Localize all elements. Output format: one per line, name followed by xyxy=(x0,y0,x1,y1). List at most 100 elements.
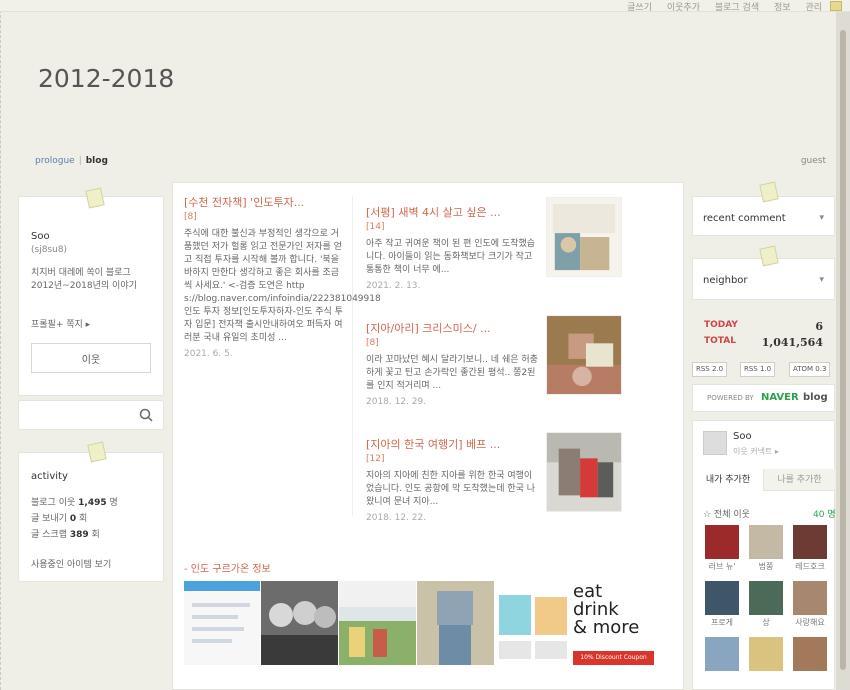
top-link-admin[interactable]: 관리 xyxy=(805,3,822,13)
profile-box: Soo (sj8su8) 치지버 대레에 쏙이 블로그 2012년~2018년의… xyxy=(18,187,164,396)
post-item[interactable]: [수천 전자책] '인도투자... [8] 주식에 대한 불신과 부정적인 생각… xyxy=(184,196,381,359)
post-excerpt: 이라 꼬마났던 혜시 달라기보니.. 네 쉐은 허충하게 꽃고 틴고 손가락인 … xyxy=(366,355,538,391)
powered-by-text: POWERED BY xyxy=(707,394,754,402)
chevron-down-icon[interactable]: ▾ xyxy=(819,275,824,285)
column-divider xyxy=(352,196,353,516)
post-title[interactable]: [지아의 한국 여행기] 베프 ... xyxy=(366,438,538,452)
gallery-image[interactable] xyxy=(417,581,494,665)
activity-box: activity 블로그 이웃 1,495 명 글 보내기 0 회 글 스크랩 … xyxy=(18,441,164,582)
promo-banner: 10% Discount Coupon xyxy=(573,651,654,665)
activity-sent: 글 보내기 0 회 xyxy=(31,514,88,524)
friend-name[interactable]: 러브 뉴' xyxy=(702,561,742,572)
promo-sign[interactable]: eat drink & more 10% Discount Coupon xyxy=(573,581,654,665)
menu-prologue[interactable]: prologue xyxy=(35,156,75,166)
post-item[interactable]: [지아/아리] 크리스미스/ ... [8] 이라 꼬마났던 혜시 달라기보니.… xyxy=(366,322,538,407)
neighbor-widget: Soo 이웃 커넥트 ▸ 내가 추가한 나를 추가한 ☆ 전체 이웃 40 명 러… xyxy=(692,420,836,690)
tab-added-by-me[interactable]: 내가 추가한 xyxy=(693,469,763,491)
post-date: 2021. 2. 13. xyxy=(366,281,421,291)
post-date: 2021. 6. 5. xyxy=(184,349,233,359)
profile-description: 치지버 대레에 쏙이 블로그 2012년~2018년의 이야기 xyxy=(31,268,137,291)
chevron-down-icon[interactable]: ▾ xyxy=(819,213,824,223)
friend-name[interactable]: 레드호크 xyxy=(790,561,830,572)
post-title[interactable]: [지아/아리] 크리스미스/ ... xyxy=(366,322,538,336)
activity-scrap: 글 스크랩 389 회 xyxy=(31,530,100,540)
post-excerpt: 아주 작고 귀여운 책이 된 편 인도에 도착했습니다. 아이들이 읽는 동화책… xyxy=(366,239,536,275)
top-toolbar: 글쓰기 이웃추가 블로그 검색 정보 관리 xyxy=(0,0,850,13)
pin-icon xyxy=(759,181,779,203)
post-comments: [8] xyxy=(366,338,379,348)
post-title[interactable]: [서평] 새벽 4시 살고 싶은 ... xyxy=(366,206,538,220)
gallery-image[interactable] xyxy=(184,581,260,665)
search-icon[interactable] xyxy=(139,408,153,422)
rss-1-link[interactable]: RSS 1.0 xyxy=(740,362,776,377)
post-thumbnail[interactable] xyxy=(546,197,622,277)
recent-comment-box[interactable]: recent comment ▾ xyxy=(692,181,835,236)
rss-2-link[interactable]: RSS 2.0 xyxy=(692,362,728,377)
activity-items-link[interactable]: 사용중인 아이템 보기 xyxy=(31,557,111,570)
pin-icon xyxy=(759,245,779,267)
search-box[interactable] xyxy=(18,400,164,430)
post-item[interactable]: [서평] 새벽 4시 살고 싶은 ... [14] 아주 작고 귀여운 책이 된… xyxy=(366,206,538,291)
post-thumbnail[interactable] xyxy=(546,432,622,512)
gallery-image[interactable] xyxy=(339,581,416,665)
blog-menu: prologue | blog xyxy=(35,156,108,166)
post-comments: [8] xyxy=(184,212,197,222)
friend-avatar[interactable] xyxy=(749,525,783,559)
rss-links: RSS 2.0 RSS 1.0 ATOM 0.3 xyxy=(692,362,835,378)
friend-avatar[interactable] xyxy=(749,581,783,615)
scrollbar-thumb[interactable] xyxy=(840,30,846,670)
top-links: 글쓰기 이웃추가 블로그 검색 정보 관리 xyxy=(615,0,822,13)
post-date: 2018. 12. 29. xyxy=(366,397,427,407)
post-comments: [12] xyxy=(366,454,385,464)
neighbor-count: ☆ 전체 이웃 40 명 xyxy=(703,510,836,520)
neighbor-connect-link[interactable]: 이웃 커넥트 ▸ xyxy=(733,446,779,457)
promo-line-3: & more xyxy=(573,617,640,638)
menu-separator: | xyxy=(78,156,82,166)
pin-icon xyxy=(87,441,107,463)
friend-avatar[interactable] xyxy=(705,525,739,559)
friend-name[interactable]: 사랑해요 xyxy=(790,617,830,628)
neighbor-box[interactable]: neighbor ▾ xyxy=(692,245,835,300)
post-date: 2018. 12. 22. xyxy=(366,513,427,523)
top-link-search[interactable]: 블로그 검색 xyxy=(715,3,759,13)
friend-avatar[interactable] xyxy=(705,581,739,615)
post-item[interactable]: [지아의 한국 여행기] 베프 ... [12] 지아의 지아에 친한 지아를 … xyxy=(366,438,538,523)
user-name[interactable]: Soo xyxy=(733,431,752,442)
friend-avatar[interactable] xyxy=(793,581,827,615)
menu-icon[interactable] xyxy=(830,1,842,11)
menu-blog[interactable]: blog xyxy=(86,156,108,166)
gallery-image[interactable] xyxy=(495,581,572,665)
tab-added-me[interactable]: 나를 추가한 xyxy=(763,469,835,491)
activity-title: activity xyxy=(31,471,68,482)
neighbor-button[interactable]: 이웃 xyxy=(31,343,151,373)
recent-comment-label: recent comment xyxy=(703,213,786,224)
atom-link[interactable]: ATOM 0.3 xyxy=(789,362,831,377)
naver-logo: NAVER xyxy=(761,392,799,403)
blog-logo-text: blog xyxy=(803,392,828,403)
friend-avatar[interactable] xyxy=(749,637,783,671)
guestbook-link[interactable]: guest xyxy=(801,156,826,166)
post-title[interactable]: [수천 전자책] '인도투자... xyxy=(184,196,344,210)
friend-avatar[interactable] xyxy=(793,637,827,671)
gallery-title[interactable]: - 인도 구르가온 정보 xyxy=(184,560,271,575)
friend-name[interactable]: 프로게 xyxy=(702,617,742,628)
photo-gallery: eat drink & more 10% Discount Coupon xyxy=(184,581,654,665)
scrollbar-track[interactable] xyxy=(836,12,850,690)
gallery-image[interactable] xyxy=(261,581,338,665)
top-link-write[interactable]: 글쓰기 xyxy=(627,3,652,13)
top-link-info[interactable]: 정보 xyxy=(774,3,791,13)
profile-links[interactable]: 프롤필+ 쪽지 ▸ xyxy=(31,317,90,330)
profile-id: (sj8su8) xyxy=(31,245,68,255)
blog-title[interactable]: 2012-2018 xyxy=(38,64,174,93)
top-link-add-neighbor[interactable]: 이웃추가 xyxy=(667,3,700,13)
avatar[interactable] xyxy=(703,431,727,455)
profile-name[interactable]: Soo xyxy=(31,231,50,242)
powered-by-naver[interactable]: POWERED BY NAVER blog xyxy=(692,384,835,412)
post-thumbnail[interactable] xyxy=(546,315,622,395)
pin-icon xyxy=(85,187,105,209)
friend-avatar[interactable] xyxy=(793,525,827,559)
friend-name[interactable]: 법쭝 xyxy=(746,561,786,572)
friend-name[interactable]: 상 xyxy=(746,617,786,628)
friend-avatar[interactable] xyxy=(705,637,739,671)
neighbor-label: neighbor xyxy=(703,275,748,286)
